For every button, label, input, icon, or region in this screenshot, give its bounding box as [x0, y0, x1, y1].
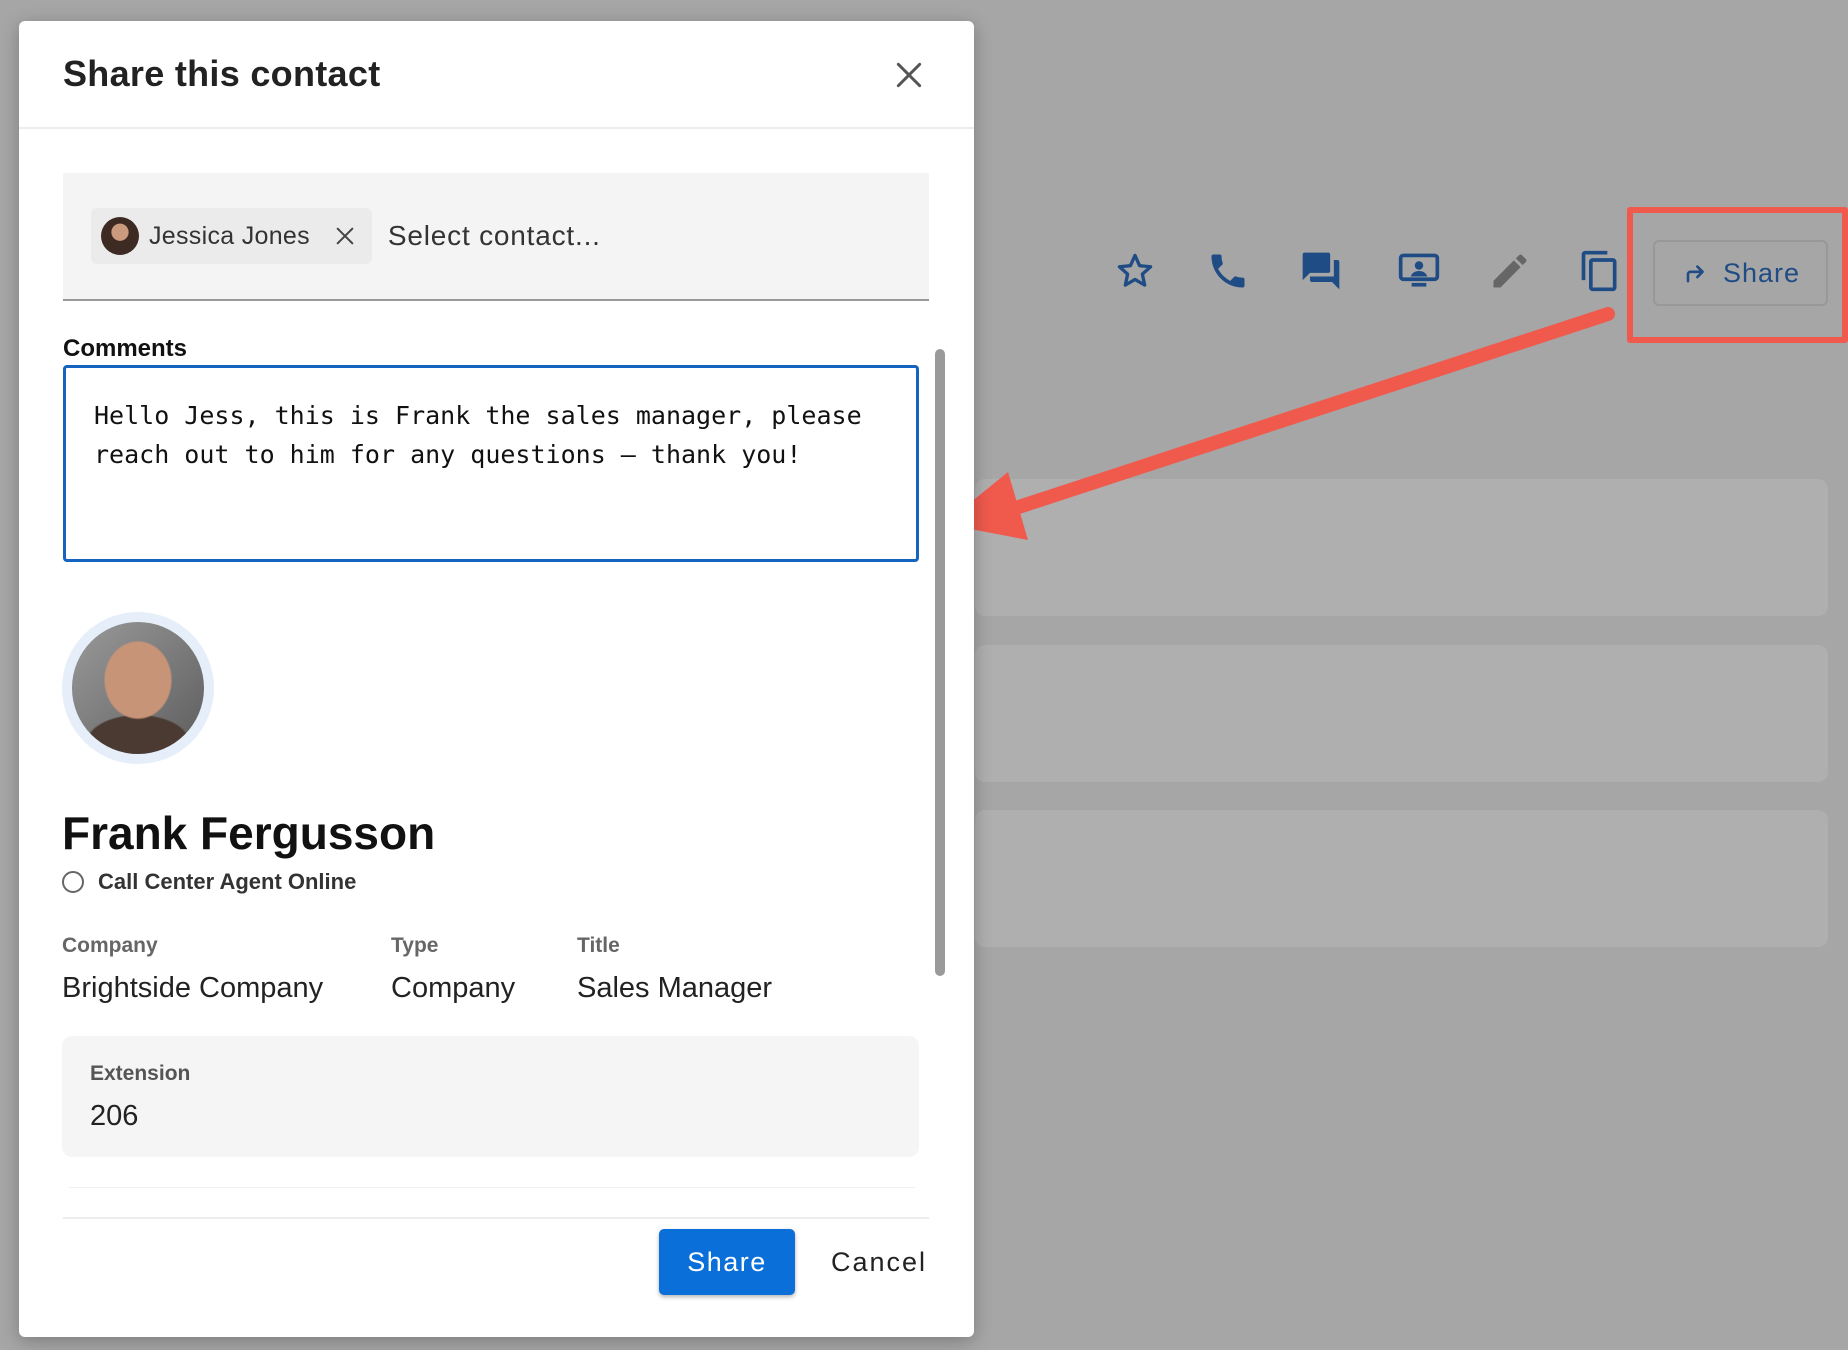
cancel-button[interactable]: Cancel: [819, 1229, 939, 1295]
dialog-header: Share this contact: [19, 21, 974, 129]
copy-icon[interactable]: [1575, 246, 1625, 296]
background-share-button[interactable]: Share: [1653, 240, 1828, 306]
contact-search-input[interactable]: [387, 220, 808, 252]
status-label: Call Center Agent Online: [98, 869, 357, 894]
divider: [69, 1187, 915, 1188]
contact-name: Frank Fergusson: [62, 807, 436, 859]
extension-value: 206: [90, 1100, 139, 1132]
recipient-chip-label: Jessica Jones: [149, 221, 310, 250]
contact-status: Call Center Agent Online: [62, 869, 356, 895]
field-value: Company: [391, 972, 516, 1004]
star-icon[interactable]: [1110, 246, 1160, 296]
company-field: Company Brightside Company: [62, 934, 323, 1005]
field-label: Company: [62, 934, 158, 957]
extension-label: Extension: [90, 1062, 191, 1085]
recipient-select-field[interactable]: Jessica Jones: [63, 173, 929, 301]
dialog-title: Share this contact: [63, 53, 381, 94]
close-button[interactable]: [889, 55, 929, 95]
forward-arrow-icon: [1686, 265, 1704, 283]
recipient-chip[interactable]: Jessica Jones: [91, 208, 372, 264]
scrollbar[interactable]: [935, 349, 945, 976]
background-share-label: Share: [1722, 257, 1801, 288]
share-button[interactable]: Share: [659, 1229, 795, 1295]
phone-icon[interactable]: [1203, 246, 1253, 296]
field-label: Type: [391, 934, 439, 957]
title-field: Title Sales Manager: [577, 934, 772, 1005]
comments-textarea[interactable]: Hello Jess, this is Frank the sales mana…: [63, 365, 919, 562]
background-card: [975, 810, 1828, 947]
comments-label: Comments: [63, 335, 188, 362]
chat-icon[interactable]: [1296, 246, 1346, 296]
extension-card: Extension 206: [62, 1036, 919, 1157]
close-icon: [336, 227, 354, 245]
pencil-icon[interactable]: [1485, 246, 1535, 296]
footer-divider: [63, 1217, 929, 1219]
screen-share-icon[interactable]: [1394, 246, 1444, 296]
remove-recipient-button[interactable]: [332, 223, 358, 249]
field-label: Title: [577, 934, 620, 957]
background-card: [975, 645, 1828, 782]
contact-avatar: [62, 612, 214, 764]
share-contact-dialog: Share this contact Jessica Jones Comment…: [19, 21, 974, 1337]
background-card: [975, 479, 1828, 616]
type-field: Type Company: [391, 934, 515, 1005]
status-indicator-icon: [62, 871, 84, 893]
field-value: Brightside Company: [62, 972, 324, 1004]
avatar: [101, 217, 139, 255]
field-value: Sales Manager: [577, 972, 773, 1004]
close-icon: [896, 62, 922, 88]
